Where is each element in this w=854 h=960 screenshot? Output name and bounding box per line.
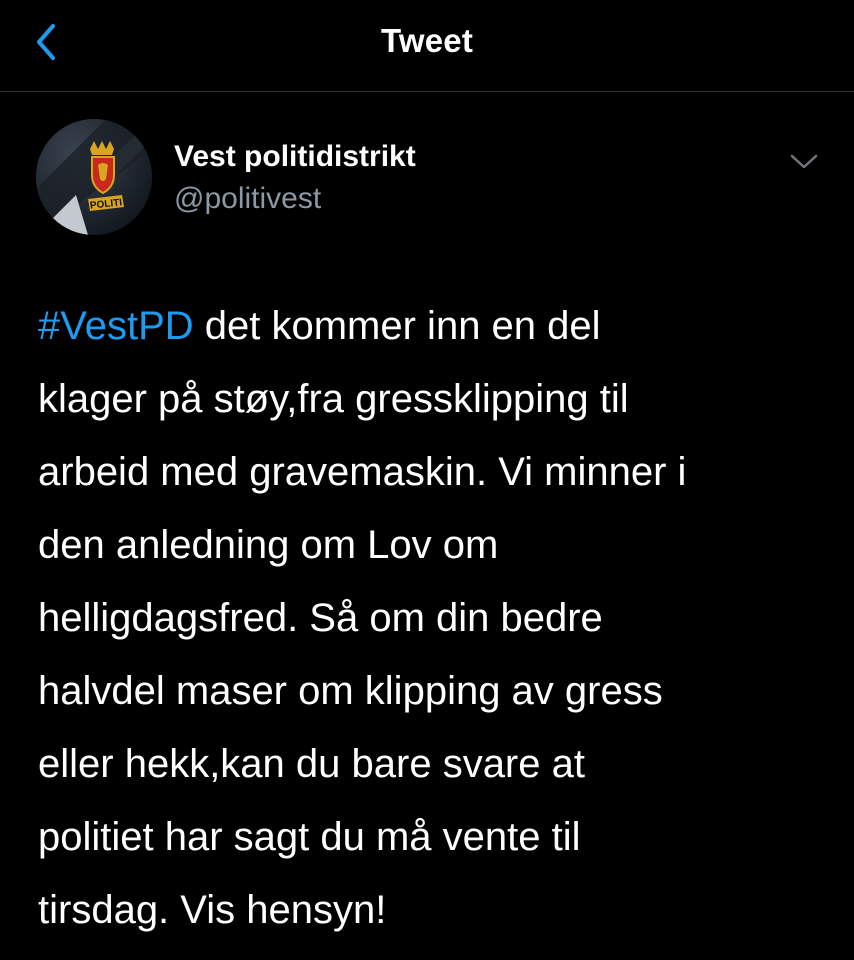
tweet-line: halvdel maser om klipping av gress bbox=[38, 669, 663, 713]
tweet-author: POLITI Vest politidistrikt @politivest bbox=[36, 116, 818, 236]
tweet-line: politiet har sagt du må vente til bbox=[38, 815, 581, 859]
tweet-line: tirsdag. Vis hensyn! bbox=[38, 888, 387, 932]
more-options-button[interactable] bbox=[782, 140, 826, 184]
chevron-down-icon bbox=[790, 154, 818, 169]
author-display-name[interactable]: Vest politidistrikt bbox=[174, 140, 416, 174]
tweet-line: klager på støy,fra gressklipping til bbox=[38, 377, 629, 421]
page-title: Tweet bbox=[380, 22, 474, 59]
avatar[interactable]: POLITI bbox=[36, 119, 152, 235]
police-badge-avatar-icon: POLITI bbox=[36, 119, 152, 235]
tweet-line-text: det kommer inn en del bbox=[193, 304, 601, 348]
tweet-line: den anledning om Lov om bbox=[38, 523, 499, 567]
author-handle[interactable]: @politivest bbox=[174, 182, 321, 216]
tweet-line: helligdagsfred. Så om din bedre bbox=[38, 596, 603, 640]
tweet-line: arbeid med gravemaskin. Vi minner i bbox=[38, 450, 687, 494]
tweet-line: #VestPD det kommer inn en del bbox=[38, 290, 828, 363]
tweet-text: #VestPD det kommer inn en del klager på … bbox=[38, 290, 828, 947]
tweet-line: eller hekk,kan du bare svare at bbox=[38, 742, 585, 786]
top-bar: Tweet bbox=[0, 0, 854, 92]
hashtag-link[interactable]: #VestPD bbox=[38, 304, 194, 348]
